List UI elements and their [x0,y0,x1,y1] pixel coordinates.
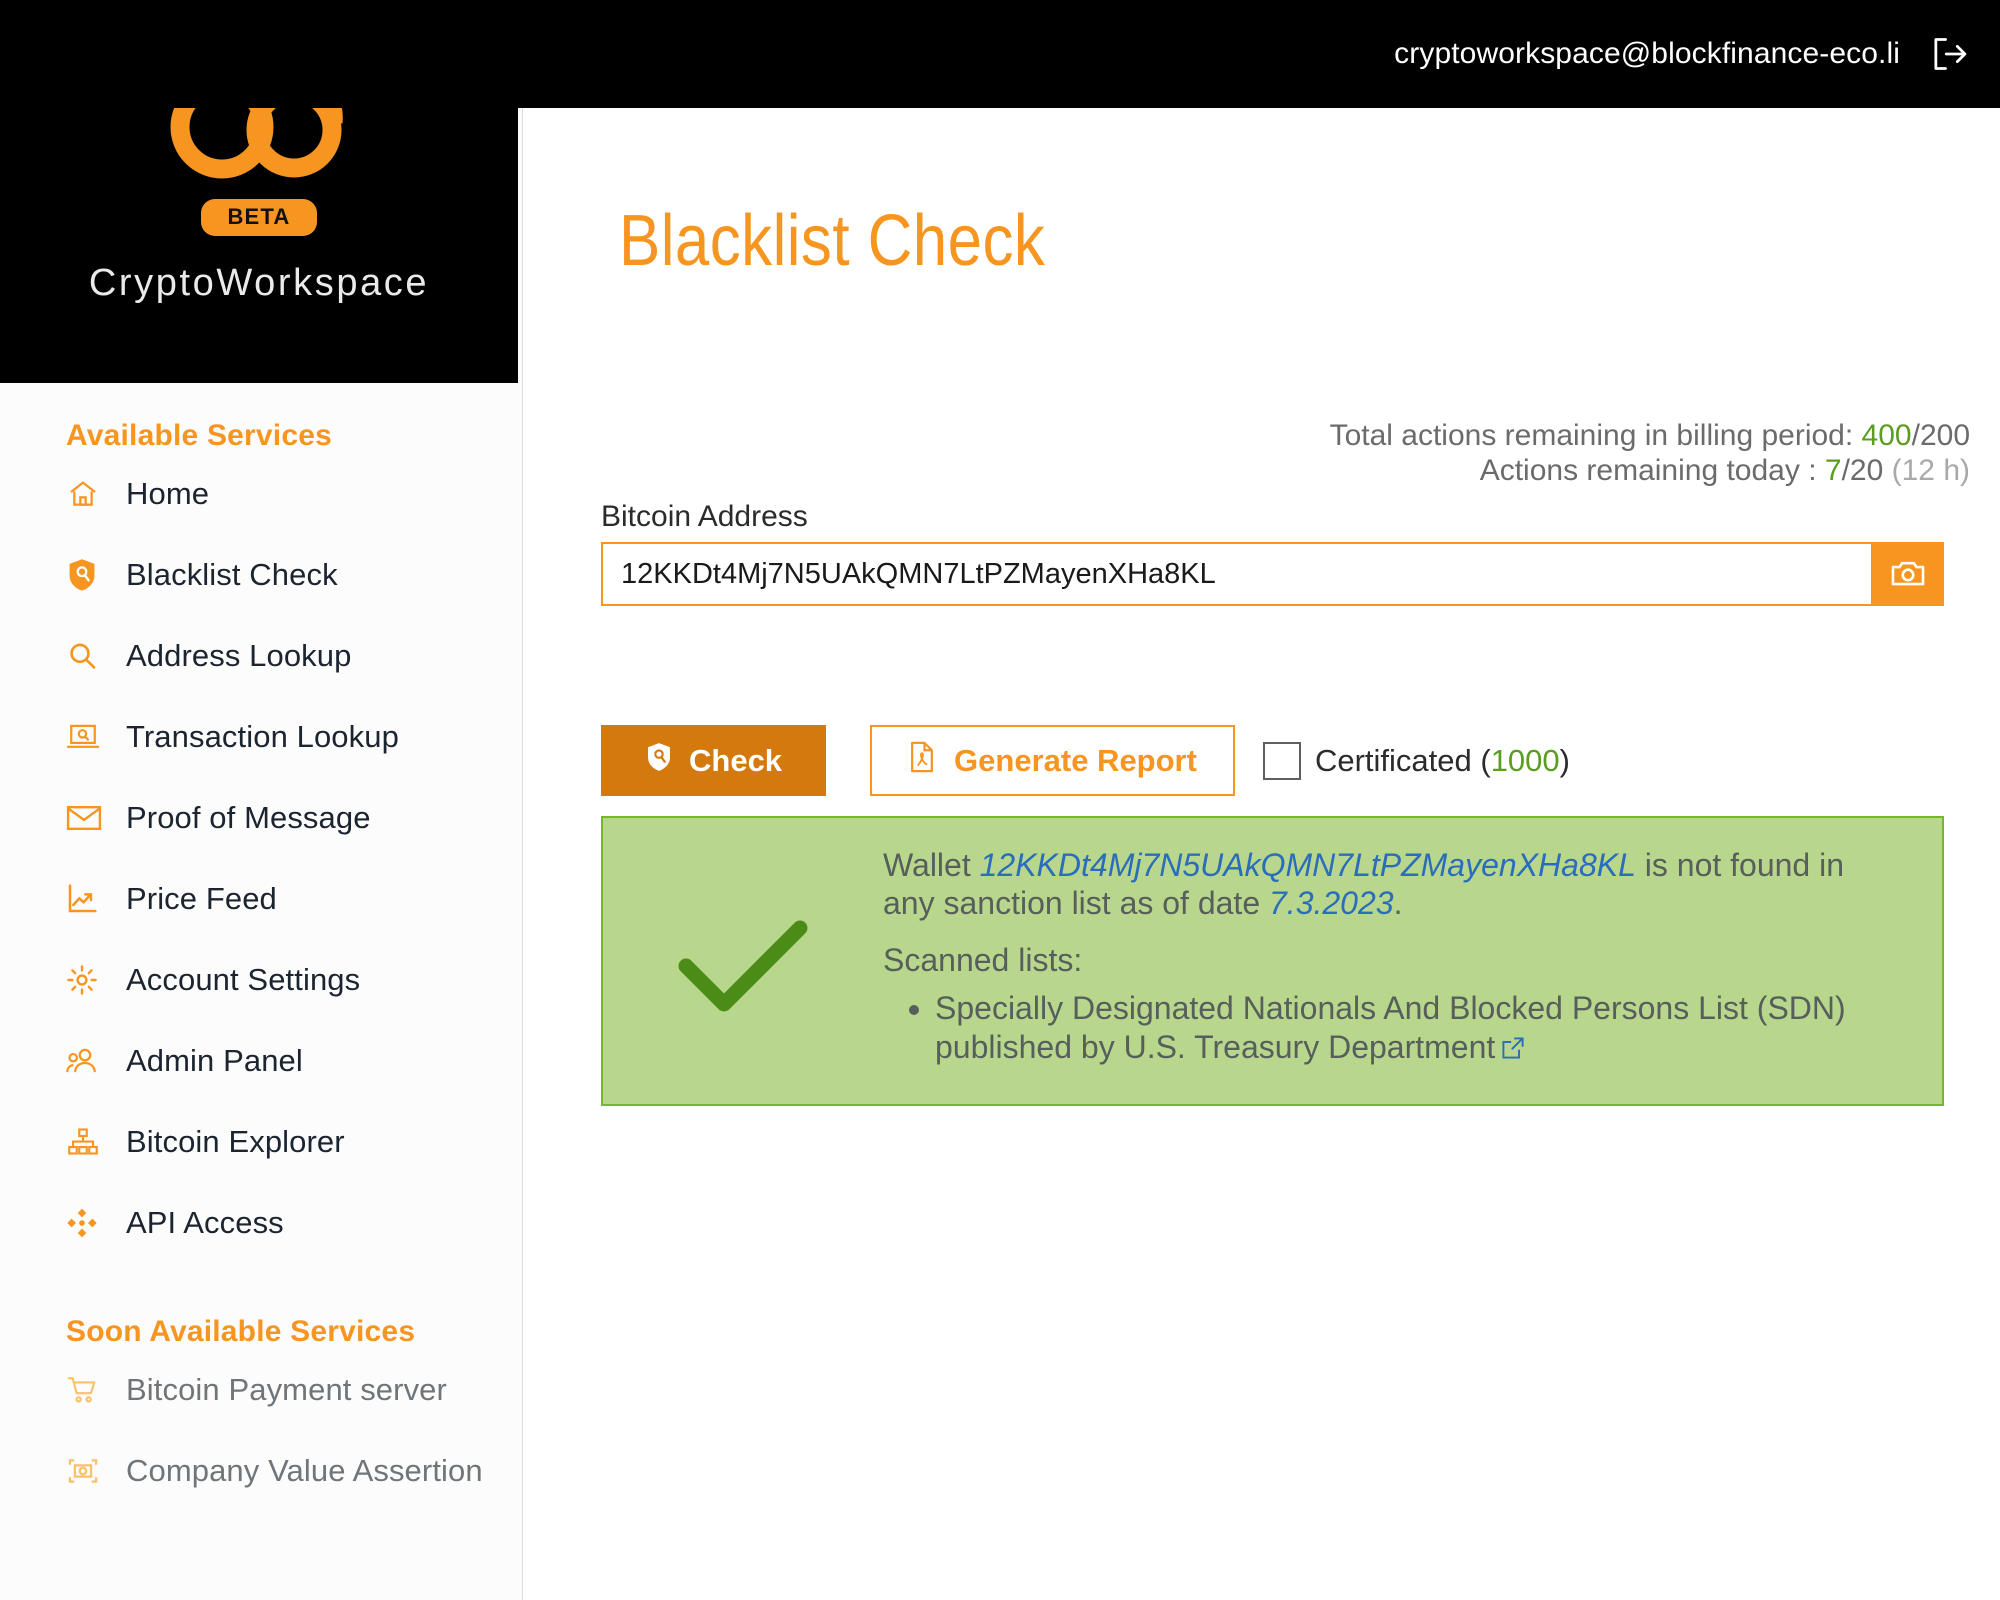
sidebar-item-admin-panel[interactable]: Admin Panel [0,1020,522,1101]
laptop-search-icon [66,720,104,754]
user-email: cryptoworkspace@blockfinance-eco.li [1394,37,1900,71]
shield-search-icon [645,742,673,780]
sidebar-item-proof-of-message[interactable]: Proof of Message [0,777,522,858]
total-actions-value: 400 [1862,419,1912,452]
green-check-icon [603,818,883,1020]
scan-qr-camera-button[interactable] [1871,542,1944,606]
nav-heading-available: Available Services [0,383,522,453]
certificated-label-text: Certificated ( [1315,743,1491,778]
today-actions-label: Actions remaining today : [1480,454,1817,487]
app-root: BETA CryptoWorkspace Available Services … [0,0,2000,1600]
address-input-row [601,542,1944,606]
sidebar-item-label: Address Lookup [126,638,351,674]
sidebar-item-label: Admin Panel [126,1043,303,1079]
check-button[interactable]: Check [601,725,826,796]
external-link-icon[interactable] [1501,1030,1525,1069]
scanned-list-name: Specially Designated Nationals And Block… [935,990,1846,1065]
sidebar-item-bitcoin-explorer[interactable]: Bitcoin Explorer [0,1101,522,1182]
today-actions-limit: /20 [1842,454,1884,487]
sidebar-nav: Available Services Home Black [0,383,522,1511]
generate-report-button-label: Generate Report [954,743,1197,779]
line-chart-icon [66,882,104,916]
sidebar-item-price-feed[interactable]: Price Feed [0,858,522,939]
total-actions-limit: /200 [1912,419,1970,452]
result-text-body: Wallet 12KKDt4Mj7N5UAkQMN7LtPZMayenXHa8K… [883,818,1929,1069]
sidebar-item-api-access[interactable]: API Access [0,1182,522,1263]
result-panel: Wallet 12KKDt4Mj7N5UAkQMN7LtPZMayenXHa8K… [601,816,1944,1106]
search-icon [66,639,104,673]
sidebar-item-transaction-lookup[interactable]: Transaction Lookup [0,696,522,777]
shield-search-icon [66,558,104,592]
check-button-label: Check [689,743,782,779]
top-header-bar: cryptoworkspace@blockfinance-eco.li [0,0,2000,108]
generate-report-button[interactable]: Generate Report [870,725,1235,796]
scanned-lists: Specially Designated Nationals And Block… [935,989,1895,1069]
nav-heading-soon-available: Soon Available Services [0,1263,522,1349]
result-date: 7.3.2023 [1269,885,1394,921]
action-buttons-row: Check Generate Report Certificated (1000… [601,725,1570,796]
main-content: Blacklist Check Total actions remaining … [523,108,2000,1600]
bitcoin-address-label: Bitcoin Address [601,500,808,534]
result-wallet-address: 12KKDt4Mj7N5UAkQMN7LtPZMayenXHa8KL [980,847,1636,883]
sidebar: BETA CryptoWorkspace Available Services … [0,0,523,1600]
sidebar-item-label: Blacklist Check [126,557,338,593]
sidebar-item-company-value-assertion[interactable]: Company Value Assertion [0,1430,522,1511]
certificated-label: Certificated (1000) [1315,743,1570,779]
bitcoin-address-input[interactable] [601,542,1871,606]
certificated-label-end: ) [1560,743,1570,778]
sidebar-item-label: Bitcoin Explorer [126,1124,345,1160]
envelope-icon [66,801,104,835]
scanned-lists-title: Scanned lists: [883,942,1895,979]
today-actions-line: Actions remaining today : 7/20 (12 h) [1330,453,1970,488]
users-icon [66,1044,104,1078]
sidebar-item-address-lookup[interactable]: Address Lookup [0,615,522,696]
action-counters: Total actions remaining in billing perio… [1330,418,1970,489]
sidebar-item-label: API Access [126,1205,284,1241]
result-message: Wallet 12KKDt4Mj7N5UAkQMN7LtPZMayenXHa8K… [883,846,1883,922]
result-prefix: Wallet [883,847,971,883]
sidebar-item-label: Price Feed [126,881,277,917]
sidebar-item-home[interactable]: Home [0,453,522,534]
brand-name: CryptoWorkspace [89,262,429,305]
camera-box-icon [66,1454,104,1488]
certificated-checkbox[interactable] [1263,742,1301,780]
total-actions-label: Total actions remaining in billing perio… [1330,419,1854,452]
sidebar-item-label: Proof of Message [126,800,371,836]
sidebar-item-label: Home [126,476,209,512]
sidebar-item-label: Transaction Lookup [126,719,399,755]
sidebar-item-label: Account Settings [126,962,360,998]
page-title: Blacklist Check [619,200,1045,282]
sidebar-item-label: Bitcoin Payment server [126,1372,447,1408]
certificated-checkbox-wrap[interactable]: Certificated (1000) [1263,742,1570,780]
gear-icon [66,963,104,997]
camera-icon [1891,558,1925,591]
sidebar-item-account-settings[interactable]: Account Settings [0,939,522,1020]
sidebar-item-blacklist-check[interactable]: Blacklist Check [0,534,522,615]
sitemap-icon [66,1125,104,1159]
today-actions-window: (12 h) [1892,454,1970,487]
today-actions-value: 7 [1825,454,1842,487]
sidebar-item-label: Company Value Assertion [126,1453,483,1489]
sidebar-item-bitcoin-payment-server[interactable]: Bitcoin Payment server [0,1349,522,1430]
home-icon [66,477,104,511]
result-suffix: . [1394,885,1403,921]
shopping-cart-icon [66,1373,104,1407]
diamond-nodes-icon [66,1206,104,1240]
list-item: Specially Designated Nationals And Block… [935,989,1895,1069]
total-actions-line: Total actions remaining in billing perio… [1330,418,1970,453]
certificated-count: 1000 [1491,743,1560,778]
logout-icon[interactable] [1926,31,1972,77]
pdf-file-icon [908,741,936,781]
beta-badge: BETA [201,199,316,236]
